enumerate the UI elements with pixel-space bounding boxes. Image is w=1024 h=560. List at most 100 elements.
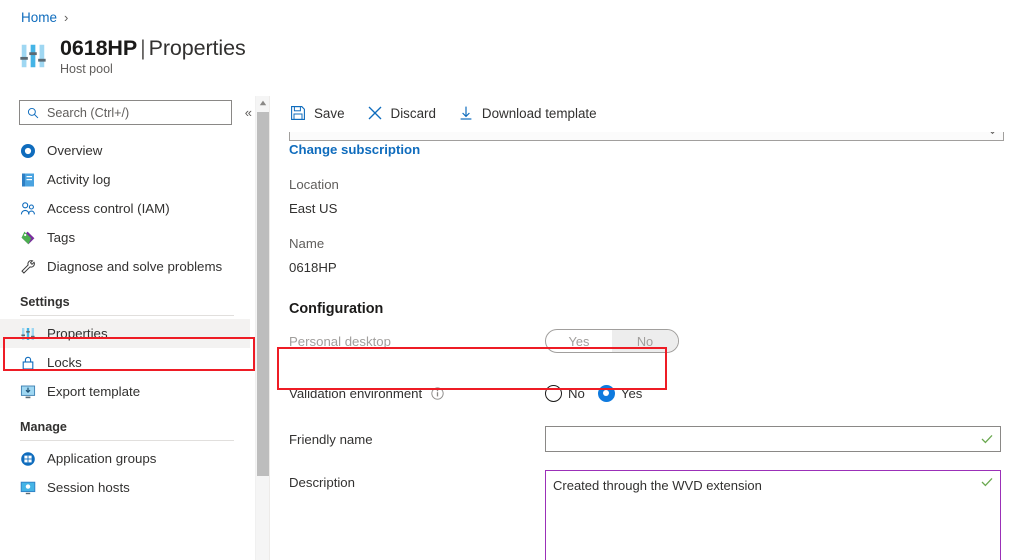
sidebar-item-label: Properties [47, 326, 108, 341]
field-label: Name [289, 236, 1024, 251]
description-textarea[interactable] [546, 471, 1000, 560]
overview-icon [20, 143, 36, 159]
blade-sidebar: « Overview Activity log [0, 96, 255, 560]
download-template-button[interactable]: Download template [458, 105, 597, 121]
green-check-icon [981, 476, 993, 488]
description-label: Description [289, 470, 545, 490]
toggle-option-no: No [612, 330, 678, 352]
sidebar-item-diagnose[interactable]: Diagnose and solve problems [0, 252, 250, 281]
sidebar-item-properties[interactable]: Properties [0, 319, 250, 348]
friendly-name-field[interactable] [545, 426, 1001, 452]
toggle-option-yes: Yes [546, 330, 612, 352]
row-description: Description [270, 470, 1024, 560]
breadcrumb-separator-icon: › [64, 10, 68, 25]
friendly-name-input[interactable] [546, 427, 1000, 451]
properties-sliders-icon [20, 326, 36, 342]
row-friendly-name: Friendly name [270, 424, 1024, 454]
change-subscription-link[interactable]: Change subscription [270, 142, 1024, 157]
sidebar-item-label: Session hosts [47, 480, 130, 495]
radio-label: No [568, 386, 585, 401]
sidebar-item-label: Access control (IAM) [47, 201, 170, 216]
command-toolbar: Save Discard Download template [270, 96, 1024, 130]
download-template-button-label: Download template [482, 106, 597, 121]
close-x-icon [367, 105, 383, 121]
tags-icon [20, 230, 36, 246]
activity-log-icon [20, 172, 36, 188]
row-personal-desktop: Personal desktop Yes No [270, 326, 1024, 356]
sidebar-item-label: Overview [47, 143, 102, 158]
row-validation-environment: Validation environment No Yes [270, 376, 1024, 410]
sidebar-item-locks[interactable]: Locks [0, 348, 250, 377]
save-button[interactable]: Save [290, 105, 345, 121]
personal-desktop-toggle: Yes No [545, 329, 679, 353]
validation-environment-label: Validation environment [289, 386, 545, 401]
friendly-name-label: Friendly name [289, 432, 545, 447]
sidebar-item-label: Application groups [47, 451, 156, 466]
validation-environment-option-no[interactable]: No [545, 385, 585, 402]
breadcrumb-home-link[interactable]: Home [21, 10, 57, 25]
search-icon [27, 107, 39, 119]
sidebar-item-label: Tags [47, 230, 75, 245]
configuration-heading: Configuration [270, 301, 1024, 317]
validation-environment-label-text: Validation environment [289, 386, 422, 401]
blade-content: Save Discard Download template [270, 96, 1024, 560]
page-title: 0618HP|Properties [60, 36, 246, 60]
session-hosts-icon [20, 480, 36, 496]
sidebar-item-label: Activity log [47, 172, 111, 187]
host-pool-icon [18, 41, 48, 71]
field-value: 0618HP [289, 260, 1024, 275]
sidebar-search-row: « [0, 96, 255, 125]
diagnose-wrench-icon [20, 259, 36, 275]
info-circle-icon[interactable] [431, 387, 444, 400]
sidebar-item-access-control[interactable]: Access control (IAM) [0, 194, 250, 223]
application-groups-icon [20, 451, 36, 467]
save-disk-icon [290, 105, 306, 121]
sidebar-item-overview[interactable]: Overview [0, 136, 250, 165]
readonly-field-location: Location East US [270, 177, 1024, 216]
field-label: Location [289, 177, 1024, 192]
search-box[interactable] [19, 100, 232, 125]
sidebar-group-label: Manage [20, 420, 67, 434]
radio-checked-icon[interactable] [598, 385, 615, 402]
description-field[interactable] [545, 470, 1001, 560]
page-title-pipe: | [140, 36, 146, 60]
validation-environment-radio-group: No Yes [545, 385, 642, 402]
sidebar-item-label: Export template [47, 384, 140, 399]
page-subtitle: Host pool [60, 62, 246, 76]
sidebar-item-application-groups[interactable]: Application groups [0, 444, 250, 473]
discard-button[interactable]: Discard [367, 105, 436, 121]
green-check-icon [981, 433, 993, 445]
page-title-resource: 0618HP [60, 36, 137, 60]
validation-environment-option-yes[interactable]: Yes [598, 385, 643, 402]
sidebar-group-manage: Manage [0, 406, 250, 444]
sidebar-scrollbar[interactable] [255, 96, 269, 560]
sidebar-item-activity-log[interactable]: Activity log [0, 165, 250, 194]
breadcrumb: Home › [21, 10, 68, 25]
sidebar-scrollbar-thumb[interactable] [257, 112, 269, 476]
sidebar-item-export-template[interactable]: Export template [0, 377, 250, 406]
azure-portal-blade: Home › 0618HP|Properties Host pool [0, 0, 1024, 560]
collapse-sidebar-icon[interactable]: « [242, 104, 255, 121]
field-value: East US [289, 201, 1024, 216]
sidebar-item-session-hosts[interactable]: Session hosts [0, 473, 250, 502]
radio-unchecked-icon[interactable] [545, 385, 562, 402]
subscription-combobox-clipped[interactable] [289, 132, 1004, 141]
radio-label: Yes [621, 386, 643, 401]
lock-icon [20, 355, 36, 371]
sidebar-item-label: Locks [47, 355, 82, 370]
sidebar-group-divider [20, 440, 234, 441]
page-title-section: Properties [149, 36, 246, 60]
sidebar-nav: Overview Activity log Access c [0, 136, 250, 556]
discard-button-label: Discard [391, 106, 436, 121]
save-button-label: Save [314, 106, 345, 121]
scroll-up-arrow-icon[interactable] [256, 96, 270, 110]
sidebar-item-tags[interactable]: Tags [0, 223, 250, 252]
properties-form: Change subscription Location East US Nam… [270, 142, 1024, 560]
readonly-field-name: Name 0618HP [270, 236, 1024, 275]
download-arrow-icon [458, 105, 474, 121]
export-template-icon [20, 384, 36, 400]
access-control-icon [20, 201, 36, 217]
search-input[interactable] [45, 105, 224, 121]
blade-title: 0618HP|Properties Host pool [18, 36, 246, 76]
sidebar-item-label: Diagnose and solve problems [47, 259, 222, 274]
